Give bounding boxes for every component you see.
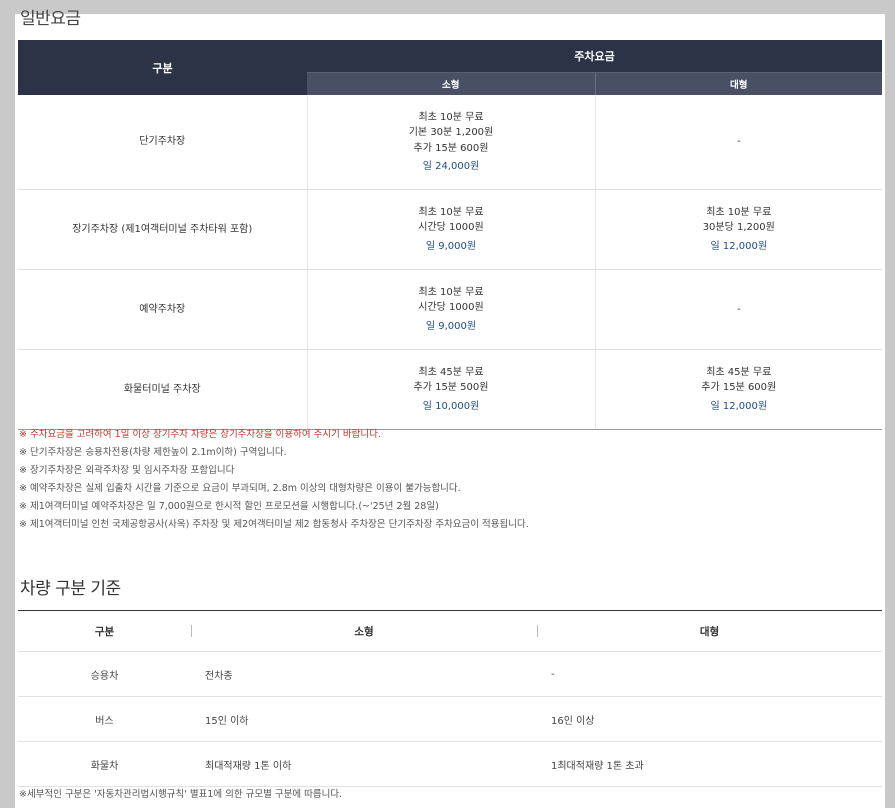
fee-line: 최초 10분 무료 [706, 206, 772, 218]
large-criteria: 16인 이상 [537, 696, 882, 742]
small-fee-cell: 최초 45분 무료 추가 15분 500원 일 10,000원 [306, 349, 595, 430]
parking-fee-table: 구분 주차요금 소형 대형 단기주차장 최초 10분 무료 기본 30분 1,2… [18, 40, 883, 430]
small-fee-cell: 최초 10분 무료 시간당 1000원 일 9,000원 [306, 269, 595, 350]
fee-line: 최초 10분 무료 [418, 206, 484, 218]
fee-line: 시간당 1000원 [418, 302, 484, 314]
notice-list: ※ 주차요금을 고려하여 1일 이상 장기주차 차량은 장기주차장을 이용하여 … [19, 426, 879, 534]
header-large: 대형 [537, 610, 882, 652]
header-category: 구분 [18, 610, 191, 652]
vehicle-type: 화물차 [18, 741, 191, 787]
large-fee-cell: - [594, 95, 883, 190]
lot-name: 장기주차장 (제1여객터미널 주차타워 포함) [18, 189, 307, 270]
fee-line: 최초 10분 무료 [418, 111, 484, 123]
large-criteria: 1최대적재량 1톤 초과 [537, 741, 882, 787]
header-small: 소형 [191, 610, 537, 652]
small-criteria: 최대적재량 1톤 이하 [191, 741, 537, 787]
small-criteria: 15인 이하 [191, 696, 537, 742]
lot-name: 예약주차장 [18, 269, 307, 350]
table-row: 단기주차장 최초 10분 무료 기본 30분 1,200원 추가 15분 600… [18, 95, 883, 190]
daily-max-fee: 일 9,000원 [425, 320, 477, 332]
notice-item: ※ 제1여객터미널 예약주차장은 일 7,000원으로 한시적 할인 프로모션을… [19, 501, 439, 512]
vehicle-footnote: ※세부적인 구분은 '자동차관리법시행규칙' 별표1에 의한 규모별 구분에 따… [19, 789, 343, 800]
table-row: 예약주차장 최초 10분 무료 시간당 1000원 일 9,000원 - [18, 269, 883, 350]
lot-name: 단기주차장 [18, 95, 307, 190]
fee-line: 최초 45분 무료 [418, 366, 484, 378]
small-fee-cell: 최초 10분 무료 시간당 1000원 일 9,000원 [306, 189, 595, 270]
fee-line: 추가 15분 500원 [413, 382, 489, 394]
large-criteria: - [537, 651, 882, 697]
notice-item: ※ 예약주차장은 실제 입출차 시간을 기준으로 요금이 부과되며, 2.8m … [19, 483, 461, 494]
table-row: 화물차 최대적재량 1톤 이하 1최대적재량 1톤 초과 [18, 741, 882, 787]
fee-line: 추가 15분 600원 [701, 382, 777, 394]
vehicle-classification-table: 구분 소형 대형 승용차 전차종 - 버스 15인 이하 16인 이상 화물차 … [18, 610, 882, 787]
large-fee-cell: - [594, 269, 883, 350]
notice-item: ※ 단기주차장은 승용차전용(차량 제한높이 2.1m이하) 구역입니다. [19, 447, 287, 458]
table-row: 장기주차장 (제1여객터미널 주차타워 포함) 최초 10분 무료 시간당 10… [18, 189, 883, 270]
header-parking-fee: 주차요금 [307, 40, 883, 73]
notice-item: ※ 제1여객터미널 인천 국제공항공사(사옥) 주차장 및 제2여객터미널 제2… [19, 519, 529, 530]
table-row: 승용차 전차종 - [18, 651, 882, 697]
fee-line: 추가 15분 600원 [413, 142, 489, 154]
large-fee-cell: 최초 10분 무료 30분당 1,200원 일 12,000원 [594, 189, 883, 270]
fee-line: - [736, 136, 741, 148]
small-fee-cell: 최초 10분 무료 기본 30분 1,200원 추가 15분 600원 일 24… [306, 95, 595, 190]
fee-line: 최초 10분 무료 [418, 286, 484, 298]
vehicle-type: 승용차 [18, 651, 191, 697]
fee-line: 기본 30분 1,200원 [408, 127, 494, 138]
header-category: 구분 [18, 40, 307, 95]
daily-max-fee: 일 10,000원 [422, 400, 480, 412]
table-row: 버스 15인 이하 16인 이상 [18, 696, 882, 742]
fee-line: 최초 45분 무료 [706, 366, 772, 378]
table-row: 화물터미널 주차장 최초 45분 무료 추가 15분 500원 일 10,000… [18, 349, 883, 430]
daily-max-fee: 일 12,000원 [710, 240, 768, 252]
notice-item: ※ 장기주차장은 외곽주차장 및 임시주차장 포함입니다 [19, 465, 235, 476]
large-fee-cell: 최초 45분 무료 추가 15분 600원 일 12,000원 [594, 349, 883, 430]
header-small: 소형 [307, 72, 595, 95]
small-criteria: 전차종 [191, 651, 537, 697]
daily-max-fee: 일 12,000원 [710, 400, 768, 412]
header-large: 대형 [594, 72, 883, 95]
section-title-general-fees: 일반요금 [20, 9, 81, 29]
vehicle-type: 버스 [18, 696, 191, 742]
section-title-vehicle-classification: 차량 구분 기준 [20, 579, 121, 599]
daily-max-fee: 일 9,000원 [425, 240, 477, 252]
notice-highlight: ※ 주차요금을 고려하여 1일 이상 장기주차 차량은 장기주차장을 이용하여 … [19, 429, 381, 440]
fee-line: - [736, 303, 741, 315]
fee-line: 30분당 1,200원 [702, 222, 775, 234]
lot-name: 화물터미널 주차장 [18, 349, 307, 430]
daily-max-fee: 일 24,000원 [422, 161, 480, 172]
fee-line: 시간당 1000원 [418, 222, 484, 234]
